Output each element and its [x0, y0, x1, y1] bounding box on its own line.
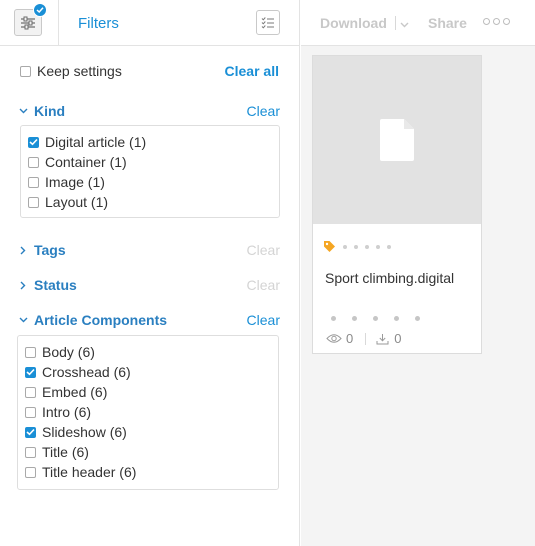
more-horizontal-icon[interactable]	[483, 18, 510, 25]
option-label: Body (6)	[42, 344, 95, 360]
share-button[interactable]: Share	[428, 15, 467, 31]
kind-option-container[interactable]: Container (1)	[21, 152, 279, 172]
toolbar-separator	[395, 16, 396, 30]
checkbox[interactable]	[25, 406, 36, 418]
chevron-right-icon	[18, 281, 28, 290]
checkbox[interactable]	[25, 366, 36, 378]
option-label: Embed (6)	[42, 384, 108, 400]
kind-option-digital-article[interactable]: Digital article (1)	[21, 132, 279, 152]
check-icon	[26, 428, 35, 436]
section-status-clear[interactable]: Clear	[247, 277, 280, 293]
option-label: Layout (1)	[45, 194, 109, 210]
section-kind-header[interactable]: Kind Clear	[18, 101, 280, 121]
option-label: Crosshead (6)	[42, 364, 131, 380]
kind-option-layout[interactable]: Layout (1)	[21, 192, 279, 212]
option-label: Image (1)	[45, 174, 105, 190]
checkbox[interactable]	[28, 176, 39, 188]
filters-panel: Filters Keep settings Clear all Kind Cle…	[0, 0, 300, 546]
sliders-icon	[21, 16, 35, 29]
checklist-icon	[261, 16, 274, 29]
eye-icon	[326, 334, 342, 343]
section-article-components-title: Article Components	[34, 312, 168, 328]
component-option-crosshead[interactable]: Crosshead (6)	[18, 362, 278, 382]
section-kind-title: Kind	[34, 103, 66, 119]
download-icon	[376, 333, 389, 344]
card-meta	[323, 240, 391, 253]
check-icon	[36, 7, 44, 14]
card-title: Sport climbing.digital	[325, 270, 455, 286]
component-option-embed[interactable]: Embed (6)	[18, 382, 278, 402]
option-label: Container (1)	[45, 154, 127, 170]
stat-separator	[365, 332, 367, 345]
card-thumbnail	[313, 56, 481, 224]
option-label: Title (6)	[42, 444, 89, 460]
chevron-right-icon	[18, 246, 28, 255]
card-placeholder-dots	[331, 316, 420, 321]
option-label: Title header (6)	[42, 464, 137, 480]
kind-options: Digital article (1) Container (1) Image …	[20, 125, 280, 218]
content-area: Download Share Sport climbing.digital 0 …	[301, 0, 535, 546]
toolbar: Download Share	[301, 0, 535, 46]
header-divider	[58, 0, 59, 46]
checkbox[interactable]	[28, 136, 39, 148]
views-count: 0	[346, 331, 354, 346]
section-status-title: Status	[34, 277, 77, 293]
downloads-count: 0	[394, 331, 402, 346]
component-option-body[interactable]: Body (6)	[18, 342, 278, 362]
option-label: Slideshow (6)	[42, 424, 127, 440]
checkbox[interactable]	[25, 346, 36, 358]
keep-settings-label: Keep settings	[37, 63, 122, 79]
download-button[interactable]: Download	[320, 15, 387, 31]
kind-option-image[interactable]: Image (1)	[21, 172, 279, 192]
article-components-options: Body (6) Crosshead (6) Embed (6) Intro (…	[17, 335, 279, 490]
tag-icon	[324, 241, 335, 252]
section-article-components-clear[interactable]: Clear	[247, 312, 280, 328]
checklist-button[interactable]	[256, 10, 280, 35]
file-icon	[380, 119, 414, 161]
filter-active-badge	[33, 3, 47, 17]
chevron-down-icon	[18, 108, 28, 114]
component-option-title-header[interactable]: Title header (6)	[18, 462, 278, 482]
checkbox[interactable]	[25, 446, 36, 458]
checkbox[interactable]	[28, 196, 39, 208]
chevron-down-icon	[18, 317, 28, 323]
section-tags-header[interactable]: Tags Clear	[18, 240, 280, 260]
section-article-components-header[interactable]: Article Components Clear	[18, 310, 280, 330]
section-kind-clear[interactable]: Clear	[247, 103, 280, 119]
section-status-header[interactable]: Status Clear	[18, 275, 280, 295]
component-option-title[interactable]: Title (6)	[18, 442, 278, 462]
option-label: Digital article (1)	[45, 134, 147, 150]
keep-settings-checkbox[interactable]	[20, 65, 31, 77]
checkbox[interactable]	[25, 386, 36, 398]
checkbox[interactable]	[28, 156, 39, 168]
check-icon	[26, 368, 35, 376]
checkbox[interactable]	[25, 466, 36, 478]
check-icon	[29, 138, 38, 146]
section-tags-title: Tags	[34, 242, 66, 258]
component-option-slideshow[interactable]: Slideshow (6)	[18, 422, 278, 442]
filters-header: Filters	[0, 0, 300, 46]
card-stats: 0 0	[326, 331, 401, 346]
component-option-intro[interactable]: Intro (6)	[18, 402, 278, 422]
filters-title: Filters	[78, 15, 119, 32]
asset-card[interactable]: Sport climbing.digital 0 0	[312, 55, 482, 354]
checkbox[interactable]	[25, 426, 36, 438]
chevron-down-icon[interactable]	[400, 15, 409, 33]
option-label: Intro (6)	[42, 404, 92, 420]
clear-all-button[interactable]: Clear all	[225, 63, 279, 79]
section-tags-clear[interactable]: Clear	[247, 242, 280, 258]
